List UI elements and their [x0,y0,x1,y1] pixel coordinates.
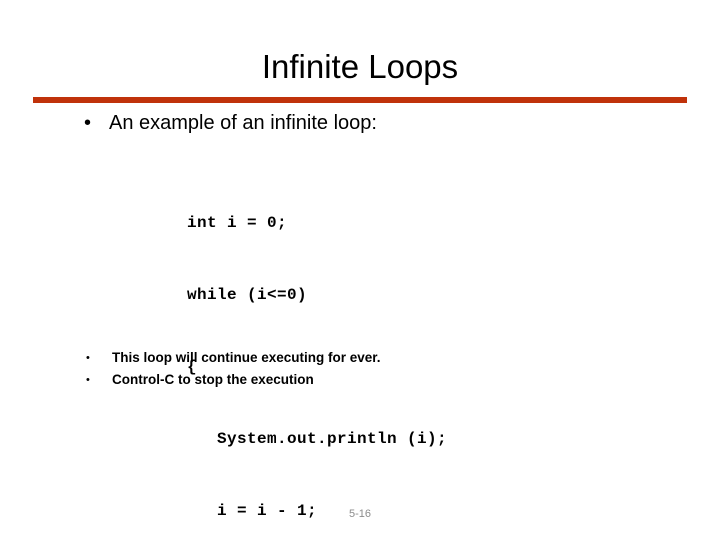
code-line: while (i<=0) [187,286,308,304]
sub-bullet-list: • This loop will continue executing for … [86,347,646,391]
title-divider-rule [33,97,687,103]
slide: Infinite Loops • An example of an infini… [0,0,720,540]
list-item: • Control-C to stop the execution [86,369,646,391]
page-number: 5-16 [348,508,372,520]
sub-bullet-label: Control-C to stop the execution [112,372,314,387]
bullet-marker-icon: • [86,374,90,386]
bullet-marker-icon: • [86,352,90,364]
bullet-marker-icon: • [84,112,92,134]
sub-bullet-label: This loop will continue executing for ev… [112,350,381,365]
main-bullet-label: An example of an infinite loop: [109,112,377,134]
code-line: int i = 0; [187,214,288,232]
page-title: Infinite Loops [261,48,459,85]
code-line: System.out.println (i); [187,430,448,448]
main-bullet-item: • An example of an infinite loop: [84,110,684,136]
list-item: • This loop will continue executing for … [86,347,646,369]
